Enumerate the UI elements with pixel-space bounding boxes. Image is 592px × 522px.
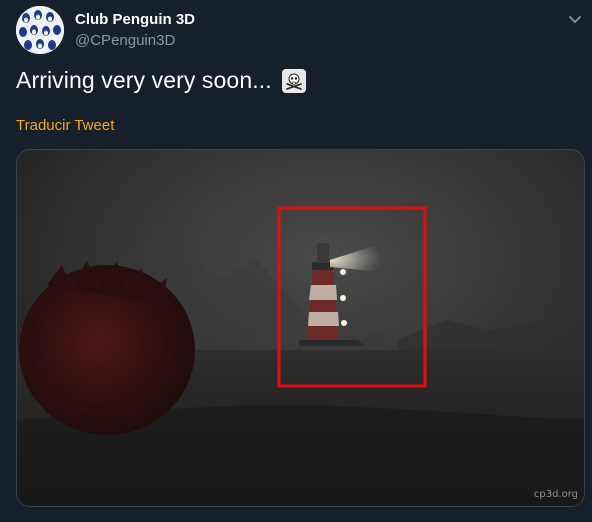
chevron-down-icon [569,16,581,23]
tweet: Club Penguin 3D @CPenguin3D Arriving ver… [0,0,592,522]
lighthouse-scene-image [17,150,584,506]
author-name[interactable]: Club Penguin 3D [75,11,195,28]
tweet-options-button[interactable] [566,11,584,29]
author-handle[interactable]: @CPenguin3D [75,32,175,49]
translate-tweet-link[interactable]: Traducir Tweet [16,117,114,134]
penguins-avatar-icon [16,6,64,54]
tweet-media-image[interactable]: cp3d.org [16,149,585,507]
watermark: cp3d.org [533,489,578,500]
tweet-text: Arriving very very soon... [16,67,272,93]
skull-and-crossbones-icon [281,68,306,93]
tweet-text-row: Arriving very very soon... [16,67,306,94]
avatar[interactable] [16,6,64,54]
